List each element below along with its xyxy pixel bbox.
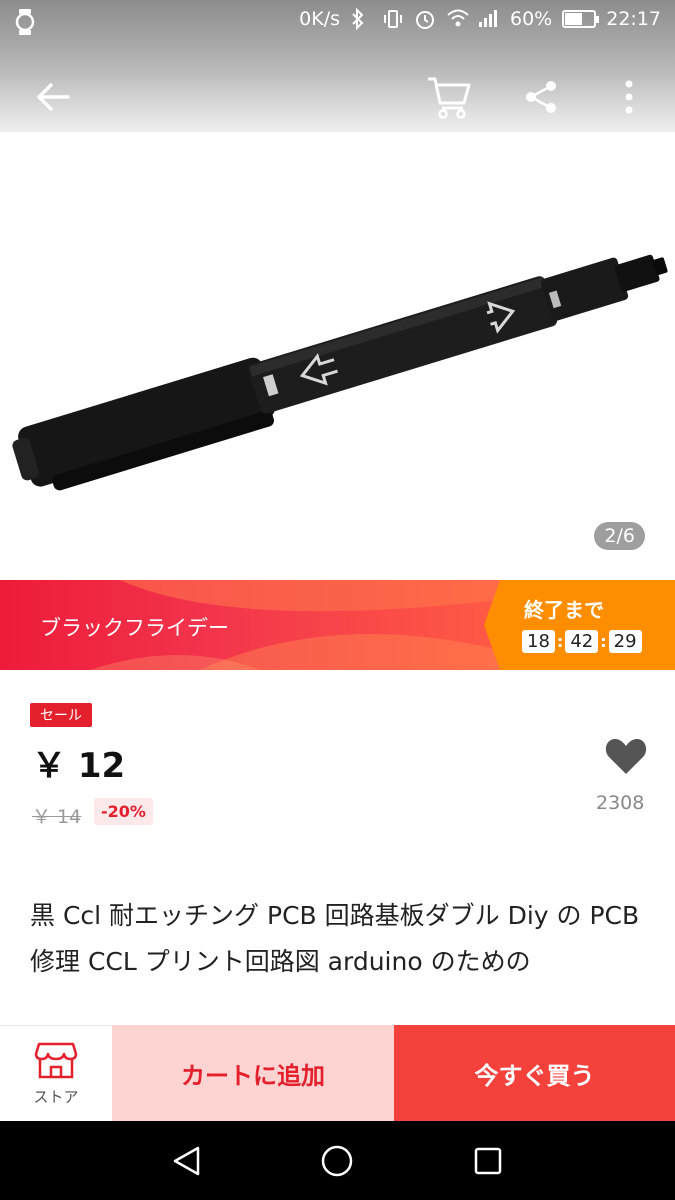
heart-icon bbox=[605, 739, 647, 774]
countdown-timer: 18 : 42 : 29 bbox=[522, 630, 642, 653]
system-nav-bar bbox=[0, 1121, 675, 1200]
watch-icon bbox=[14, 9, 36, 40]
store-icon bbox=[34, 1042, 78, 1079]
more-vertical-icon bbox=[625, 80, 633, 114]
share-button[interactable] bbox=[516, 72, 566, 122]
square-recents-icon bbox=[474, 1147, 502, 1175]
countdown-separator: : bbox=[556, 632, 564, 651]
product-image-gallery[interactable]: 2/6 bbox=[0, 132, 675, 580]
network-speed: 0K/s bbox=[299, 8, 340, 30]
original-price: ￥ 14 bbox=[32, 806, 82, 828]
battery-icon bbox=[562, 10, 600, 28]
store-button[interactable]: ストア bbox=[0, 1025, 112, 1121]
top-nav bbox=[0, 62, 675, 132]
countdown-separator: : bbox=[600, 632, 607, 651]
countdown-hours: 18 bbox=[522, 630, 555, 653]
discount-badge: -20% bbox=[94, 798, 153, 825]
add-to-cart-button[interactable]: カートに追加 bbox=[112, 1025, 394, 1121]
system-back-button[interactable] bbox=[168, 1143, 204, 1179]
cart-icon bbox=[428, 77, 471, 119]
back-button[interactable] bbox=[28, 72, 78, 122]
alarm-icon bbox=[414, 8, 436, 30]
sale-badge: セール bbox=[30, 703, 92, 727]
product-title: 黒 Ccl 耐エッチング PCB 回路基板ダブル Diy の PCB 修理 CC… bbox=[30, 901, 640, 976]
triangle-back-icon bbox=[173, 1146, 200, 1176]
clock: 22:17 bbox=[606, 8, 661, 30]
banner-title: ブラックフライデー bbox=[40, 616, 229, 640]
system-home-button[interactable] bbox=[319, 1143, 355, 1179]
buy-now-button[interactable]: 今すぐ買う bbox=[394, 1025, 675, 1121]
wishlist-count: 2308 bbox=[596, 792, 645, 814]
countdown-panel: 終了まで 18 : 42 : 29 bbox=[484, 580, 675, 670]
system-recents-button[interactable] bbox=[470, 1143, 506, 1179]
signal-icon bbox=[478, 8, 500, 30]
wishlist-button[interactable] bbox=[600, 736, 652, 780]
cart-button[interactable] bbox=[424, 72, 474, 122]
circle-home-icon bbox=[321, 1145, 353, 1177]
image-counter: 2/6 bbox=[594, 522, 645, 550]
more-button[interactable] bbox=[604, 72, 654, 122]
arrow-left-icon bbox=[37, 83, 70, 111]
product-image bbox=[12, 254, 668, 491]
countdown-seconds: 29 bbox=[608, 630, 642, 653]
bluetooth-icon bbox=[350, 7, 372, 31]
battery-percent: 60% bbox=[510, 8, 553, 30]
promo-banner[interactable]: ブラックフライデー 終了まで 18 : 42 : 29 bbox=[0, 580, 675, 670]
share-icon bbox=[526, 81, 556, 113]
status-bar: 0K/s 60% 22:17 bbox=[0, 0, 675, 44]
countdown-label: 終了まで bbox=[524, 598, 604, 622]
current-price: ￥ 12 bbox=[32, 746, 126, 786]
vibrate-icon bbox=[382, 8, 404, 30]
action-bar: ストア カートに追加 今すぐ買う bbox=[0, 1025, 675, 1121]
store-label: ストア bbox=[33, 1088, 79, 1106]
countdown-minutes: 42 bbox=[565, 630, 599, 653]
wifi-icon bbox=[446, 8, 469, 30]
